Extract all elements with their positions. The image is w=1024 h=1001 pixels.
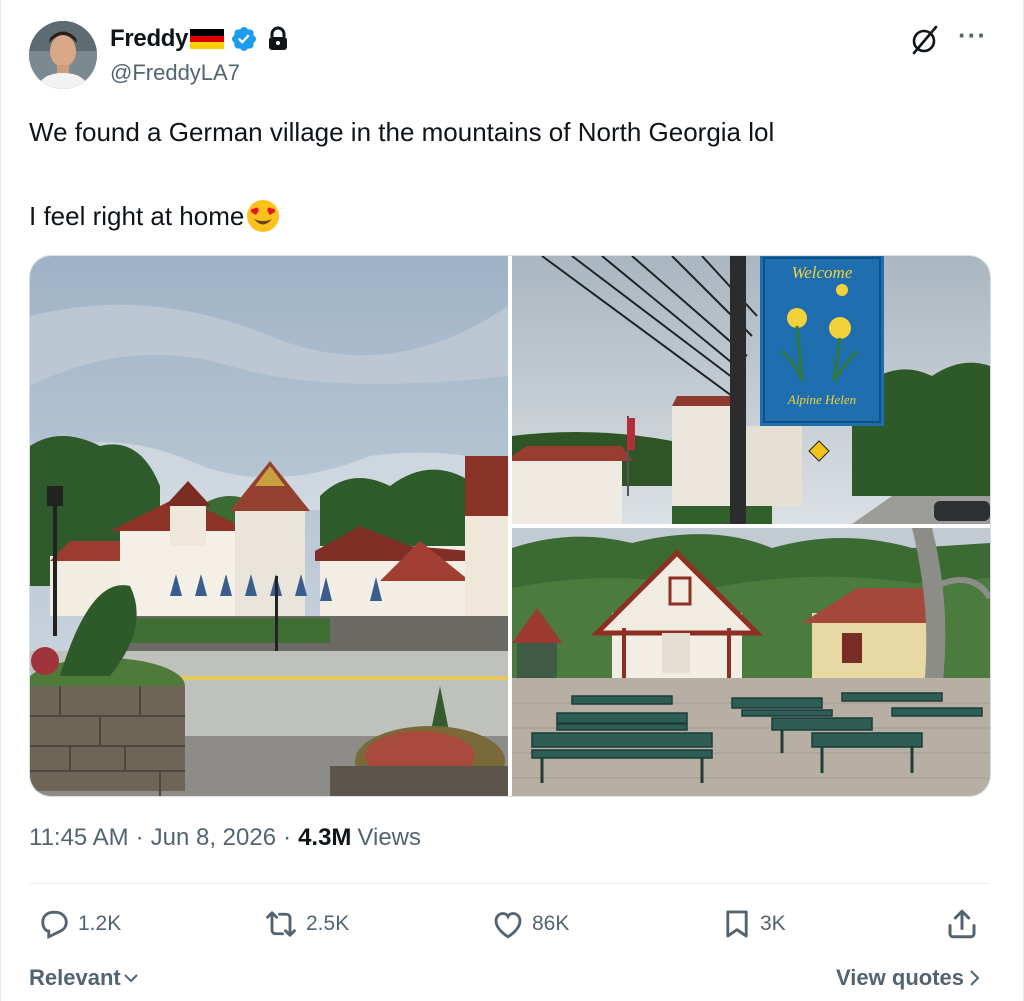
sort-label: Relevant bbox=[29, 965, 121, 990]
photo-plaza-benches[interactable] bbox=[512, 528, 990, 796]
avatar[interactable] bbox=[29, 21, 97, 89]
welcome-sign-bottom: Alpine Helen bbox=[787, 392, 856, 407]
view-quotes-label: View quotes bbox=[836, 965, 964, 990]
germany-flag-icon bbox=[190, 29, 225, 50]
heart-eyes-emoji-icon bbox=[247, 200, 280, 232]
author-handle[interactable]: @FreddyLA7 bbox=[110, 60, 240, 86]
share-icon bbox=[948, 909, 976, 939]
like-count: 86K bbox=[532, 912, 570, 935]
photo-welcome-sign[interactable]: Welcome Alpine Helen bbox=[512, 256, 990, 524]
views-label: Views bbox=[357, 824, 422, 851]
chevron-right-icon bbox=[970, 970, 980, 986]
reply-button[interactable]: 1.2K bbox=[36, 906, 121, 942]
tweet-text-line-1: We found a German village in the mountai… bbox=[29, 117, 775, 147]
repost-count: 2.5K bbox=[306, 912, 350, 935]
verified-badge-icon[interactable] bbox=[230, 25, 258, 53]
media-grid: Welcome Alpine Helen bbox=[29, 255, 991, 797]
chevron-down-icon bbox=[124, 974, 138, 983]
like-button[interactable]: 86K bbox=[490, 906, 569, 942]
sort-relevant-dropdown[interactable]: Relevant bbox=[29, 965, 141, 991]
repost-icon bbox=[266, 911, 296, 937]
lock-icon bbox=[269, 26, 288, 50]
share-button[interactable] bbox=[944, 906, 986, 942]
repost-button[interactable]: 2.5K bbox=[262, 906, 349, 942]
author-name[interactable]: Freddy bbox=[110, 25, 189, 53]
reply-count: 1.2K bbox=[78, 912, 122, 935]
grok-icon[interactable] bbox=[908, 24, 940, 56]
tweet-text-line-2: I feel right at home bbox=[29, 201, 245, 231]
heart-icon bbox=[494, 912, 522, 939]
tweet-meta: 11:45 AM · Jun 8, 2026 · 4.3M Views bbox=[29, 824, 422, 852]
photo-village-street[interactable] bbox=[30, 256, 508, 796]
tweet-time[interactable]: 11:45 AM bbox=[29, 824, 129, 852]
divider bbox=[29, 883, 989, 884]
more-options-icon[interactable]: ··· bbox=[958, 20, 987, 51]
reply-icon bbox=[41, 910, 68, 940]
views-count: 4.3M bbox=[298, 824, 352, 851]
tweet-date[interactable]: Jun 8, 2026 bbox=[151, 824, 276, 852]
bookmark-count: 3K bbox=[760, 912, 786, 935]
welcome-sign-top: Welcome bbox=[792, 263, 853, 282]
bookmark-icon bbox=[726, 910, 748, 938]
view-quotes-link[interactable]: View quotes bbox=[836, 965, 984, 991]
bookmark-button[interactable]: 3K bbox=[720, 906, 786, 942]
